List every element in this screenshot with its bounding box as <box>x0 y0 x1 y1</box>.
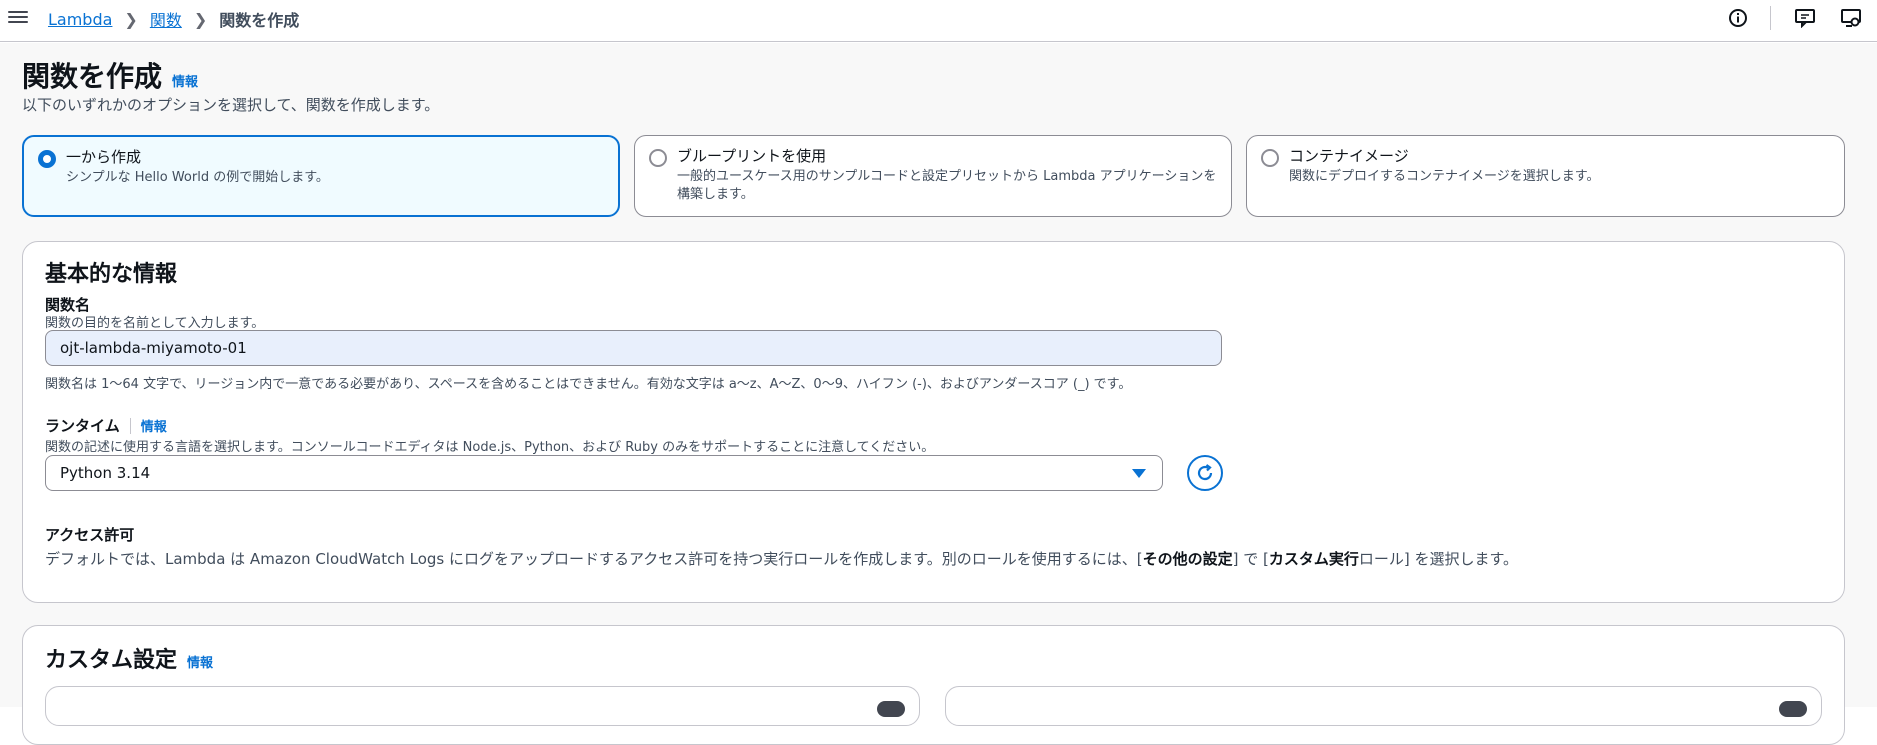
custom-settings-container: カスタム設定 情報 <box>22 625 1845 745</box>
expandable-panel[interactable] <box>45 686 920 726</box>
option-use-blueprint[interactable]: ブループリントを使用 一般的ユースケース用のサンプルコードと設定プリセットから … <box>634 135 1232 217</box>
option-title: コンテナイメージ <box>1289 147 1409 165</box>
runtime-description: 関数の記述に使用する言語を選択します。コンソールコードエディタは Node.js… <box>45 440 935 455</box>
divider <box>1770 6 1771 30</box>
permissions-label: アクセス許可 <box>45 526 135 544</box>
breadcrumb-functions[interactable]: 関数 <box>150 7 182 31</box>
radio-selected[interactable] <box>38 150 56 168</box>
permissions-text-part: ロール] を選択します。 <box>1358 550 1519 568</box>
function-name-input[interactable]: ojt-lambda-miyamoto-01 <box>45 330 1222 366</box>
settings-icon[interactable] <box>1839 6 1863 30</box>
option-description: 関数にデプロイするコンテナイメージを選択します。 <box>1289 169 1600 184</box>
permissions-bold-part: カスタム実行 <box>1268 550 1359 568</box>
permissions-text: デフォルトでは、Lambda は Amazon CloudWatch Logs … <box>45 548 1518 569</box>
expandable-panel[interactable] <box>945 686 1822 726</box>
option-description: シンプルな Hello World の例で開始します。 <box>66 170 329 185</box>
section-heading: 基本的な情報 <box>45 262 178 287</box>
radio-unselected[interactable] <box>1261 149 1279 167</box>
permissions-bold-part: その他の設定 <box>1142 550 1233 568</box>
toggle-switch[interactable] <box>877 701 905 717</box>
caret-down-icon <box>1132 469 1146 478</box>
chevron-right-icon: ❯ <box>124 9 138 29</box>
runtime-label-row: ランタイム 情報 <box>45 415 167 436</box>
breadcrumb: Lambda ❯ 関数 ❯ 関数を作成 <box>48 7 299 31</box>
permissions-text-part: デフォルトでは、Lambda は Amazon CloudWatch Logs … <box>45 550 1143 568</box>
page-title: 関数を作成 <box>22 60 163 93</box>
option-title: 一から作成 <box>66 148 142 166</box>
main-content: 関数を作成 情報 以下のいずれかのオプションを選択して、関数を作成します。 一か… <box>0 43 1877 745</box>
basic-info-container: 基本的な情報 関数名 関数の目的を名前として入力します。 ojt-lambda-… <box>22 241 1845 603</box>
runtime-label: ランタイム <box>45 417 120 435</box>
radio-unselected[interactable] <box>649 149 667 167</box>
top-navigation: Lambda ❯ 関数 ❯ 関数を作成 <box>0 0 1877 42</box>
hamburger-icon[interactable] <box>8 8 28 26</box>
runtime-info-link[interactable]: 情報 <box>141 416 167 435</box>
function-name-constraint: 関数名は 1〜64 文字で、リージョン内で一意である必要があり、スペースを含める… <box>45 377 1132 392</box>
breadcrumb-current: 関数を作成 <box>219 11 300 30</box>
permissions-text-part: ] で [ <box>1232 550 1269 568</box>
info-link[interactable]: 情報 <box>187 652 213 671</box>
divider <box>129 417 131 434</box>
top-utility-icons <box>1704 6 1863 30</box>
runtime-select[interactable]: Python 3.14 <box>45 455 1163 491</box>
refresh-icon <box>1197 464 1213 481</box>
runtime-selected-value: Python 3.14 <box>60 464 151 482</box>
info-icon[interactable] <box>1726 6 1750 30</box>
refresh-button[interactable] <box>1187 455 1223 491</box>
page-description: 以下のいずれかのオプションを選択して、関数を作成します。 <box>22 96 440 114</box>
breadcrumb-lambda[interactable]: Lambda <box>48 10 112 29</box>
toggle-switch[interactable] <box>1779 701 1807 717</box>
function-name-description: 関数の目的を名前として入力します。 <box>45 316 265 331</box>
option-container-image[interactable]: コンテナイメージ 関数にデプロイするコンテナイメージを選択します。 <box>1246 135 1845 217</box>
section-heading: カスタム設定 <box>45 648 178 673</box>
feedback-icon[interactable] <box>1793 6 1817 30</box>
chevron-right-icon: ❯ <box>193 9 208 29</box>
option-title: ブループリントを使用 <box>677 147 827 165</box>
option-description: 一般的ユースケース用のサンプルコードと設定プリセットから Lambda アプリケ… <box>677 169 1217 202</box>
page-header: 関数を作成 情報 <box>22 55 198 95</box>
option-author-from-scratch[interactable]: 一から作成 シンプルな Hello World の例で開始します。 <box>22 135 620 217</box>
custom-settings-header: カスタム設定 情報 <box>45 642 213 674</box>
info-link[interactable]: 情報 <box>172 71 198 90</box>
